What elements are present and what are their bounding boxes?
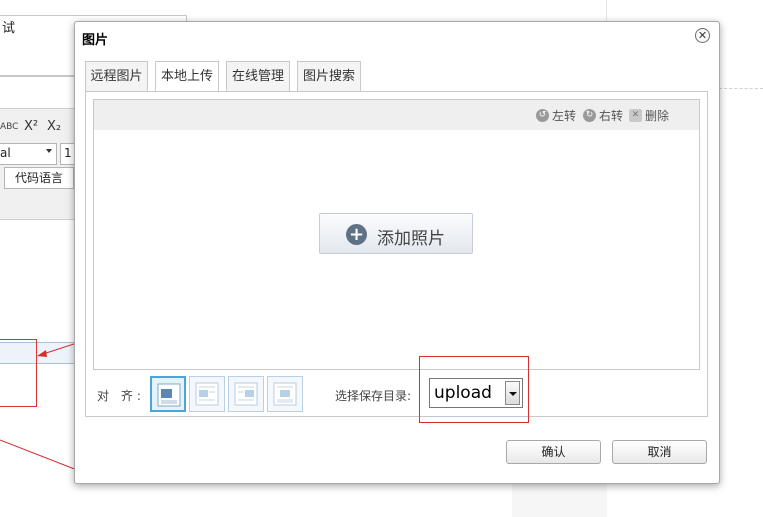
align-left-icon <box>195 382 219 406</box>
add-photo-label: 添加照片 <box>377 229 445 249</box>
dialog-title: 图片 <box>82 33 109 48</box>
align-left-option[interactable] <box>189 376 225 412</box>
cancel-button[interactable]: 取消 <box>612 440 707 464</box>
close-button[interactable]: ✕ <box>695 28 710 43</box>
upload-toolbar: ↺ 左转 ↻ 右转 ✕ 删除 <box>94 100 699 130</box>
align-label: 对 齐: <box>97 389 145 403</box>
save-directory-label: 选择保存目录: <box>335 389 412 403</box>
annotation-arrow-head <box>37 350 47 357</box>
rotate-right-label: 右转 <box>599 109 624 123</box>
align-center-icon <box>273 382 297 406</box>
dropdown-button[interactable] <box>505 381 520 405</box>
align-center-option[interactable] <box>267 376 303 412</box>
rotate-left-label: 左转 <box>552 109 577 123</box>
rotate-left-icon: ↺ <box>536 109 549 122</box>
upload-area: ↺ 左转 ↻ 右转 ✕ 删除 + 添加照片 <box>93 99 700 370</box>
align-none-icon <box>157 383 181 407</box>
rotate-left-button[interactable]: ↺ 左转 <box>536 107 576 124</box>
tab-local-upload[interactable]: 本地上传 <box>155 61 219 92</box>
rotate-right-icon: ↻ <box>583 109 596 122</box>
tab-image-search[interactable]: 图片搜索 <box>297 61 361 91</box>
align-right-icon <box>234 382 258 406</box>
save-directory-value: upload <box>434 383 492 403</box>
delete-icon: ✕ <box>629 109 642 122</box>
close-icon: ✕ <box>697 29 708 42</box>
image-dialog: 图片 ✕ 远程图片 本地上传 在线管理 图片搜索 ↺ 左转 ↻ 右转 ✕ 删除 <box>74 21 720 484</box>
plus-circle-icon: + <box>346 224 367 245</box>
local-upload-panel: ↺ 左转 ↻ 右转 ✕ 删除 + 添加照片 对 齐: 选择保存目录: uploa… <box>85 91 708 423</box>
confirm-button[interactable]: 确认 <box>506 440 601 464</box>
align-right-option[interactable] <box>228 376 264 412</box>
tab-remote-image[interactable]: 远程图片 <box>85 61 148 91</box>
delete-button[interactable]: ✕ 删除 <box>629 107 669 124</box>
delete-label: 删除 <box>645 109 670 123</box>
chevron-down-icon <box>509 392 517 396</box>
save-directory-select[interactable]: upload <box>429 378 523 408</box>
rotate-right-button[interactable]: ↻ 右转 <box>583 107 623 124</box>
add-photo-button[interactable]: + 添加照片 <box>319 213 473 254</box>
annotation-line <box>0 439 78 471</box>
tab-online-manage[interactable]: 在线管理 <box>226 61 290 91</box>
align-none-option[interactable] <box>150 376 186 412</box>
